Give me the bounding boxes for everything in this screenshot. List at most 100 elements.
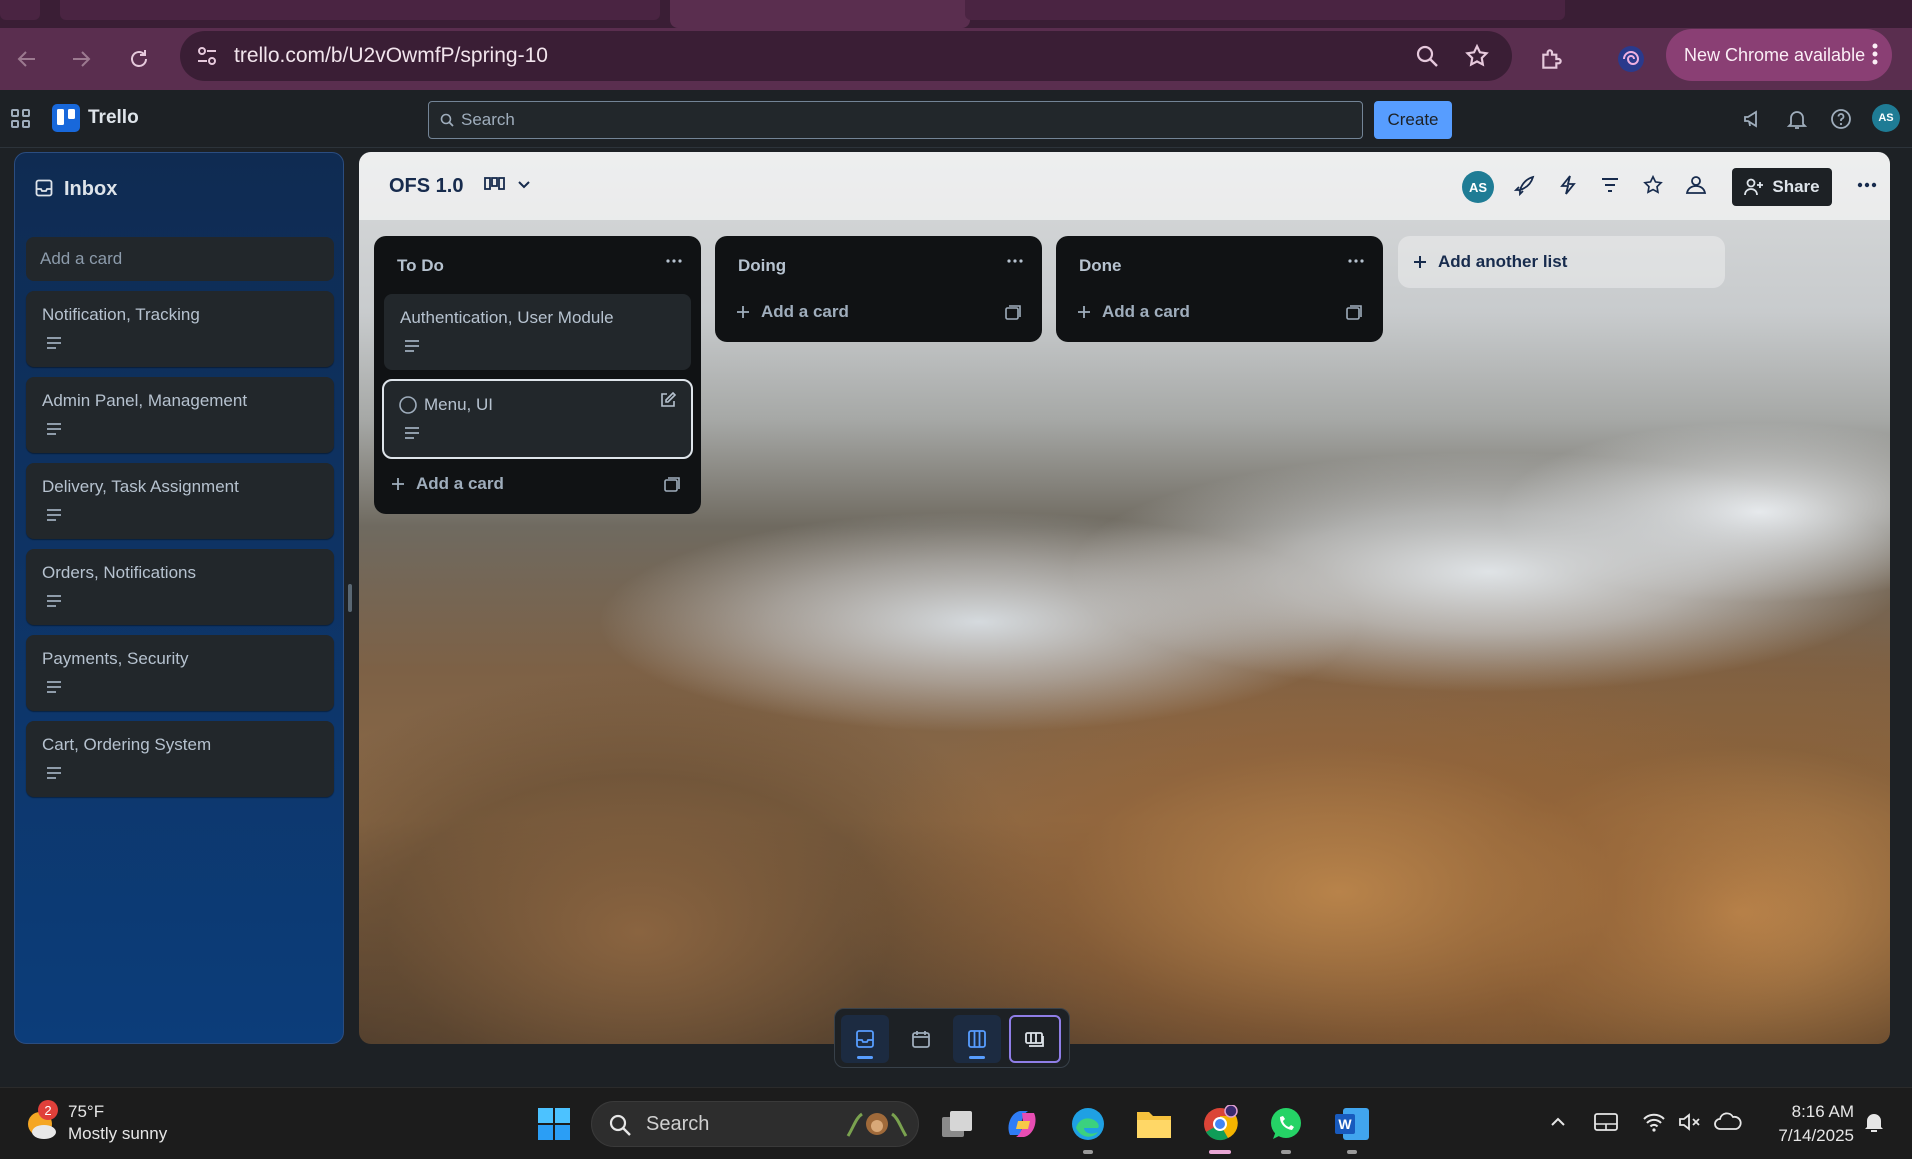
board-view-switcher[interactable]	[484, 174, 532, 196]
trello-search[interactable]	[428, 101, 1363, 139]
chrome-app[interactable]	[1196, 1100, 1244, 1154]
bookmark-star-icon[interactable]	[1464, 43, 1490, 69]
power-ups-button[interactable]	[1514, 174, 1536, 196]
list-title[interactable]: To Do	[397, 256, 444, 276]
svg-text:W: W	[1338, 1116, 1352, 1132]
announcements-button[interactable]	[1742, 108, 1764, 130]
copilot-app[interactable]	[998, 1100, 1046, 1148]
profile-button[interactable]	[1614, 42, 1648, 76]
search-highlight-icon	[846, 1112, 908, 1137]
new-chrome-available-button[interactable]: New Chrome available	[1666, 29, 1892, 81]
list-done[interactable]: Done Add a card	[1056, 236, 1383, 342]
search-input[interactable]	[461, 109, 1341, 131]
taskbar-search[interactable]	[591, 1101, 919, 1147]
share-button[interactable]: Share	[1732, 168, 1832, 206]
board-view-button[interactable]	[953, 1015, 1001, 1063]
notifications-button[interactable]	[1786, 108, 1808, 130]
grid-icon	[11, 109, 30, 128]
calendar-icon	[912, 1031, 930, 1048]
list-title[interactable]: Doing	[738, 256, 786, 276]
list-to-do[interactable]: To Do Authentication, User Module Menu, …	[374, 236, 701, 514]
list-menu-icon[interactable]	[1006, 252, 1024, 270]
forward-button[interactable]	[64, 42, 98, 76]
board-member-avatar[interactable]: AS	[1462, 171, 1494, 203]
add-person-icon	[1744, 178, 1764, 196]
help-button[interactable]	[1830, 108, 1852, 130]
card-template-icon[interactable]	[1004, 304, 1022, 322]
notification-center-button[interactable]	[1862, 1110, 1886, 1134]
word-app[interactable]: W	[1328, 1100, 1376, 1154]
battery-button[interactable]	[1714, 1112, 1742, 1132]
back-button[interactable]	[10, 42, 44, 76]
url-text[interactable]: trello.com/b/U2vOwmfP/spring-10	[234, 44, 548, 68]
trello-logo-text: Trello	[88, 107, 139, 128]
visibility-button[interactable]	[1684, 174, 1708, 196]
browser-tab[interactable]	[965, 0, 1565, 20]
add-card-button[interactable]: Add a card	[735, 294, 849, 330]
list-menu-icon[interactable]	[665, 252, 683, 270]
show-hidden-icons-button[interactable]	[1548, 1112, 1568, 1132]
inbox-card[interactable]: Notification, Tracking	[26, 291, 334, 367]
touchpad-button[interactable]	[1594, 1112, 1618, 1132]
browser-tab[interactable]	[60, 0, 660, 20]
inbox-view-button[interactable]	[841, 1015, 889, 1063]
file-explorer-app[interactable]	[1130, 1100, 1178, 1148]
view-switcher	[834, 1008, 1070, 1068]
zoom-icon[interactable]	[1414, 43, 1440, 69]
inbox-card[interactable]: Delivery, Task Assignment	[26, 463, 334, 539]
filter-button[interactable]	[1599, 174, 1621, 196]
star-board-button[interactable]	[1642, 174, 1664, 196]
taskbar-search-input[interactable]	[646, 1113, 846, 1136]
board-menu-button[interactable]	[1857, 182, 1877, 188]
list-title[interactable]: Done	[1079, 256, 1122, 276]
address-bar[interactable]: trello.com/b/U2vOwmfP/spring-10	[180, 31, 1512, 81]
inbox-card[interactable]: Orders, Notifications	[26, 549, 334, 625]
megaphone-icon	[1744, 110, 1757, 128]
card-title: Cart, Ordering System	[42, 735, 212, 754]
create-button[interactable]: Create	[1374, 101, 1452, 139]
inbox-card[interactable]: Admin Panel, Management	[26, 377, 334, 453]
card-title: Delivery, Task Assignment	[42, 477, 239, 496]
list-doing[interactable]: Doing Add a card	[715, 236, 1042, 342]
task-view-button[interactable]	[934, 1100, 982, 1148]
edit-pencil-icon[interactable]	[659, 391, 677, 409]
automation-button[interactable]	[1557, 174, 1579, 196]
complete-checkbox-icon[interactable]	[398, 395, 418, 415]
planner-view-button[interactable]	[897, 1015, 945, 1063]
add-card-button[interactable]: Add a card	[390, 466, 504, 502]
volume-button[interactable]	[1678, 1112, 1702, 1132]
switch-boards-button[interactable]	[1009, 1015, 1061, 1063]
clock-time: 8:16 AM	[1791, 1102, 1854, 1121]
description-icon	[47, 509, 61, 521]
card-template-icon[interactable]	[663, 476, 681, 494]
board-title[interactable]: OFS 1.0	[389, 175, 463, 198]
site-settings-icon[interactable]	[194, 43, 220, 69]
account-avatar[interactable]: AS	[1872, 104, 1900, 132]
add-card-button[interactable]: Add a card	[1076, 294, 1190, 330]
browser-tab[interactable]	[0, 0, 40, 20]
inbox-add-card-field[interactable]: Add a card	[26, 237, 334, 281]
more-horizontal-icon	[1857, 182, 1877, 188]
start-button[interactable]	[530, 1100, 578, 1148]
card-selected[interactable]: Menu, UI	[382, 379, 693, 459]
app-switcher-button[interactable]	[10, 108, 32, 130]
panel-resize-handle[interactable]	[348, 584, 352, 612]
reload-button[interactable]	[122, 42, 156, 76]
edge-app[interactable]	[1064, 1100, 1112, 1154]
weather-widget[interactable]: 2 75°F Mostly sunny	[22, 1100, 167, 1143]
card-template-icon[interactable]	[1345, 304, 1363, 322]
help-icon	[1831, 109, 1851, 129]
add-another-list-button[interactable]: Add another list	[1398, 236, 1725, 288]
network-button[interactable]	[1642, 1112, 1666, 1132]
system-clock[interactable]: 8:16 AM 7/14/2025	[1760, 1100, 1854, 1148]
list-menu-icon[interactable]	[1347, 252, 1365, 270]
whatsapp-app[interactable]	[1262, 1100, 1310, 1154]
trello-logo[interactable]: Trello	[52, 104, 139, 132]
browser-tab-active[interactable]	[670, 0, 970, 28]
card[interactable]: Authentication, User Module	[384, 294, 691, 370]
inbox-card[interactable]: Payments, Security	[26, 635, 334, 711]
extensions-button[interactable]	[1535, 42, 1569, 76]
inbox-card[interactable]: Cart, Ordering System	[26, 721, 334, 797]
reload-icon	[131, 50, 147, 67]
task-view-icon	[942, 1111, 972, 1137]
